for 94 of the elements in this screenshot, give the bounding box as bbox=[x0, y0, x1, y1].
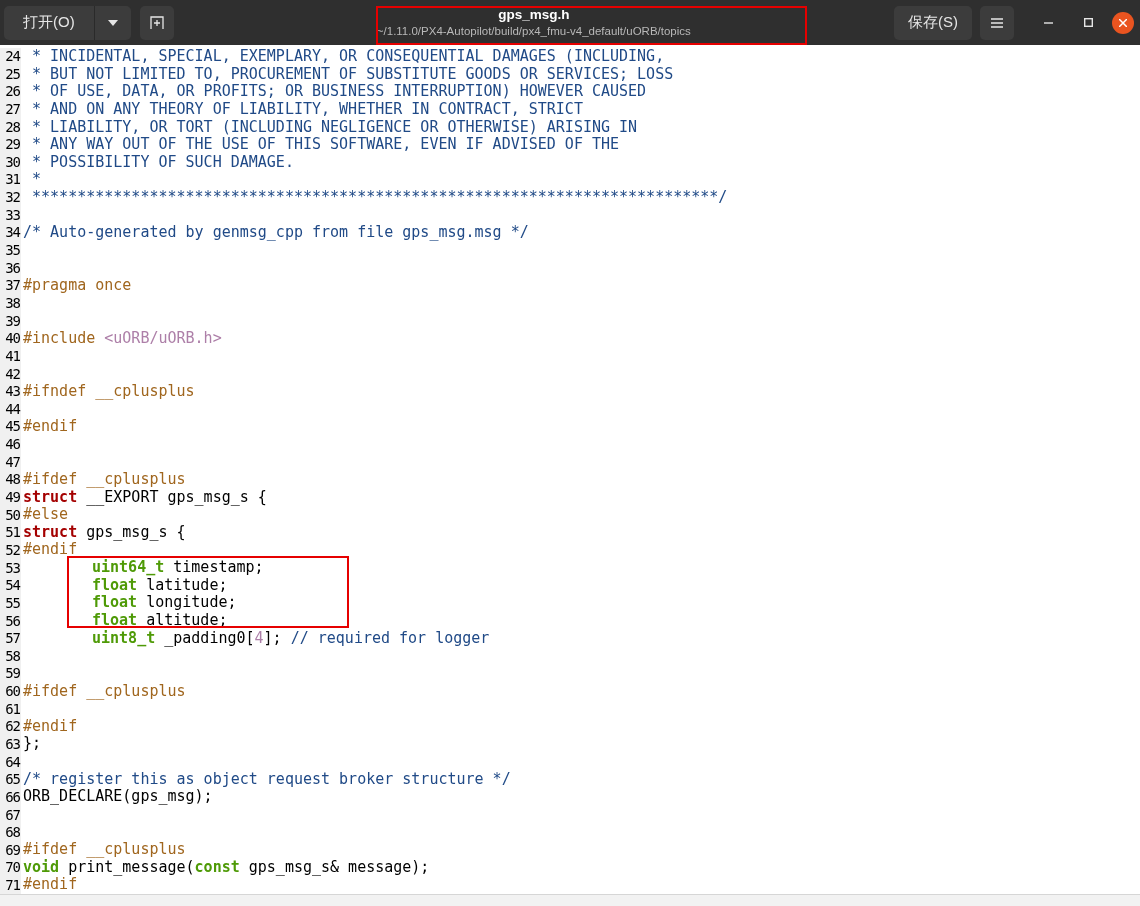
line-number: 70 bbox=[5, 859, 21, 878]
line-number: 48 bbox=[5, 471, 21, 489]
close-button[interactable] bbox=[1112, 11, 1134, 34]
line-number: 29 bbox=[5, 136, 21, 154]
minimize-icon bbox=[1043, 21, 1053, 24]
line-number: 39 bbox=[5, 312, 21, 331]
code-line: uint8_t _padding0[4]; // required for logger bbox=[92, 629, 490, 648]
line-number: 38 bbox=[5, 294, 21, 313]
line-number: 47 bbox=[5, 453, 21, 472]
caret-icon bbox=[107, 19, 118, 26]
line-number: 58 bbox=[5, 647, 21, 666]
code-line: * bbox=[31, 171, 42, 190]
code-line: * POSSIBILITY OF SUCH DAMAGE. bbox=[31, 153, 294, 172]
new-tab-button[interactable] bbox=[139, 5, 174, 40]
line-number: 65 bbox=[5, 771, 21, 789]
code-line: * OF USE, DATA, OR PROFITS; OR BUSINESS INTERRUPTION) HOWEVER CAUSED bbox=[31, 83, 647, 101]
code-line: uint64_t timestamp; bbox=[92, 559, 264, 577]
line-number: 33 bbox=[5, 206, 21, 225]
code-line: * LIABILITY, OR TORT (INCLUDING NEGLIGENCE OR OTHERWISE) ARISING IN bbox=[31, 118, 638, 137]
code-line: #ifdef __cplusplus bbox=[23, 841, 186, 859]
code-line: #endif bbox=[23, 717, 78, 736]
line-number: 52 bbox=[5, 541, 21, 560]
line-number: 51 bbox=[5, 524, 21, 542]
line-number: 36 bbox=[5, 259, 21, 278]
line-number: 50 bbox=[5, 506, 21, 525]
code-line: #endif bbox=[23, 876, 78, 894]
code-line: float longitude; bbox=[92, 594, 237, 613]
code-line: * ANY WAY OUT OF THE USE OF THIS SOFTWARE, EVEN IF ADVISED OF THE bbox=[31, 136, 620, 154]
line-number: 40 bbox=[5, 330, 21, 348]
line-number: 66 bbox=[5, 788, 21, 807]
code-line: #endif bbox=[23, 418, 78, 436]
window-title: gps_msg.h bbox=[498, 6, 570, 24]
line-number: 37 bbox=[5, 277, 21, 295]
save-button[interactable]: 保存(S) bbox=[894, 5, 972, 40]
line-number: 54 bbox=[5, 577, 21, 595]
line-number: 68 bbox=[5, 824, 21, 842]
line-number: 28 bbox=[5, 118, 21, 137]
code-line: }; bbox=[23, 735, 42, 753]
code-line: #else bbox=[23, 506, 69, 524]
menu-icon bbox=[991, 17, 1003, 28]
code-line: #ifndef __cplusplus bbox=[23, 382, 195, 401]
line-number: 60 bbox=[5, 683, 21, 701]
line-number: 41 bbox=[5, 347, 21, 366]
close-icon bbox=[1119, 18, 1127, 27]
line-number: 69 bbox=[5, 841, 21, 860]
line-number: 42 bbox=[5, 365, 21, 384]
line-number: 45 bbox=[5, 418, 21, 437]
code-line: #pragma once bbox=[23, 277, 132, 295]
line-number: 31 bbox=[5, 171, 21, 190]
code-line: #ifdef __cplusplus bbox=[23, 682, 186, 701]
line-number: 32 bbox=[5, 189, 21, 207]
line-number: 24 bbox=[5, 48, 21, 66]
code-line: struct gps_msg_s { bbox=[23, 523, 186, 542]
line-number: 55 bbox=[5, 594, 21, 613]
code-line: #endif bbox=[23, 541, 78, 560]
line-number: 62 bbox=[5, 718, 21, 736]
line-number: 30 bbox=[5, 153, 21, 172]
file-path: ~/1.11.0/PX4-Autopilot/build/px4_fmu-v4_default/uORB/topics bbox=[376, 23, 691, 39]
line-number: 71 bbox=[5, 877, 21, 894]
code-line: struct __EXPORT gps_msg_s { bbox=[23, 488, 267, 507]
code-line: #include <uORB/uORB.h> bbox=[23, 330, 222, 348]
code-line: ORB_DECLARE(gps_msg); bbox=[23, 788, 213, 806]
line-number: 53 bbox=[5, 559, 21, 578]
code-line: * AND ON ANY THEORY OF LIABILITY, WHETHER IN CONTRACT, STRICT bbox=[31, 100, 583, 119]
menu-button[interactable] bbox=[980, 5, 1014, 40]
line-number: 25 bbox=[5, 65, 21, 84]
line-number: 27 bbox=[5, 100, 21, 119]
code-line: * INCIDENTAL, SPECIAL, EXEMPLARY, OR CONSEQUENTIAL DAMAGES (INCLUDING, bbox=[31, 48, 665, 66]
code-line: * BUT NOT LIMITED TO, PROCUREMENT OF SUBSTITUTE GOODS OR SERVICES; LOSS bbox=[31, 65, 674, 84]
code-line: void print_message(const gps_msg_s& message); bbox=[23, 858, 430, 877]
code-line: /* Auto-generated by genmsg_cpp from file gps_msg.msg */ bbox=[23, 224, 529, 242]
line-number: 56 bbox=[5, 612, 21, 631]
code-line: ****************************************************************************/ bbox=[31, 189, 728, 207]
code-line: float altitude; bbox=[92, 612, 228, 630]
dropdown-button[interactable] bbox=[94, 5, 131, 40]
code-line: /* register this as object request broker structure */ bbox=[23, 770, 511, 789]
code-line: float latitude; bbox=[92, 576, 228, 595]
line-number: 35 bbox=[5, 242, 21, 260]
line-number: 61 bbox=[5, 700, 21, 719]
line-number: 34 bbox=[5, 224, 21, 243]
line-number: 26 bbox=[5, 83, 21, 101]
line-number: 44 bbox=[5, 400, 21, 419]
line-number: 67 bbox=[5, 806, 21, 825]
code-line: #ifdef __cplusplus bbox=[23, 470, 186, 489]
line-number: 59 bbox=[5, 665, 21, 684]
new-tab-icon bbox=[149, 15, 164, 30]
maximize-icon bbox=[1083, 18, 1093, 27]
line-number: 64 bbox=[5, 753, 21, 772]
line-number: 43 bbox=[5, 383, 21, 401]
line-number: 49 bbox=[5, 489, 21, 507]
open-button[interactable]: 打开(O) bbox=[4, 5, 95, 40]
line-number: 57 bbox=[5, 630, 21, 648]
line-number: 46 bbox=[5, 436, 21, 454]
line-number: 63 bbox=[5, 736, 21, 754]
